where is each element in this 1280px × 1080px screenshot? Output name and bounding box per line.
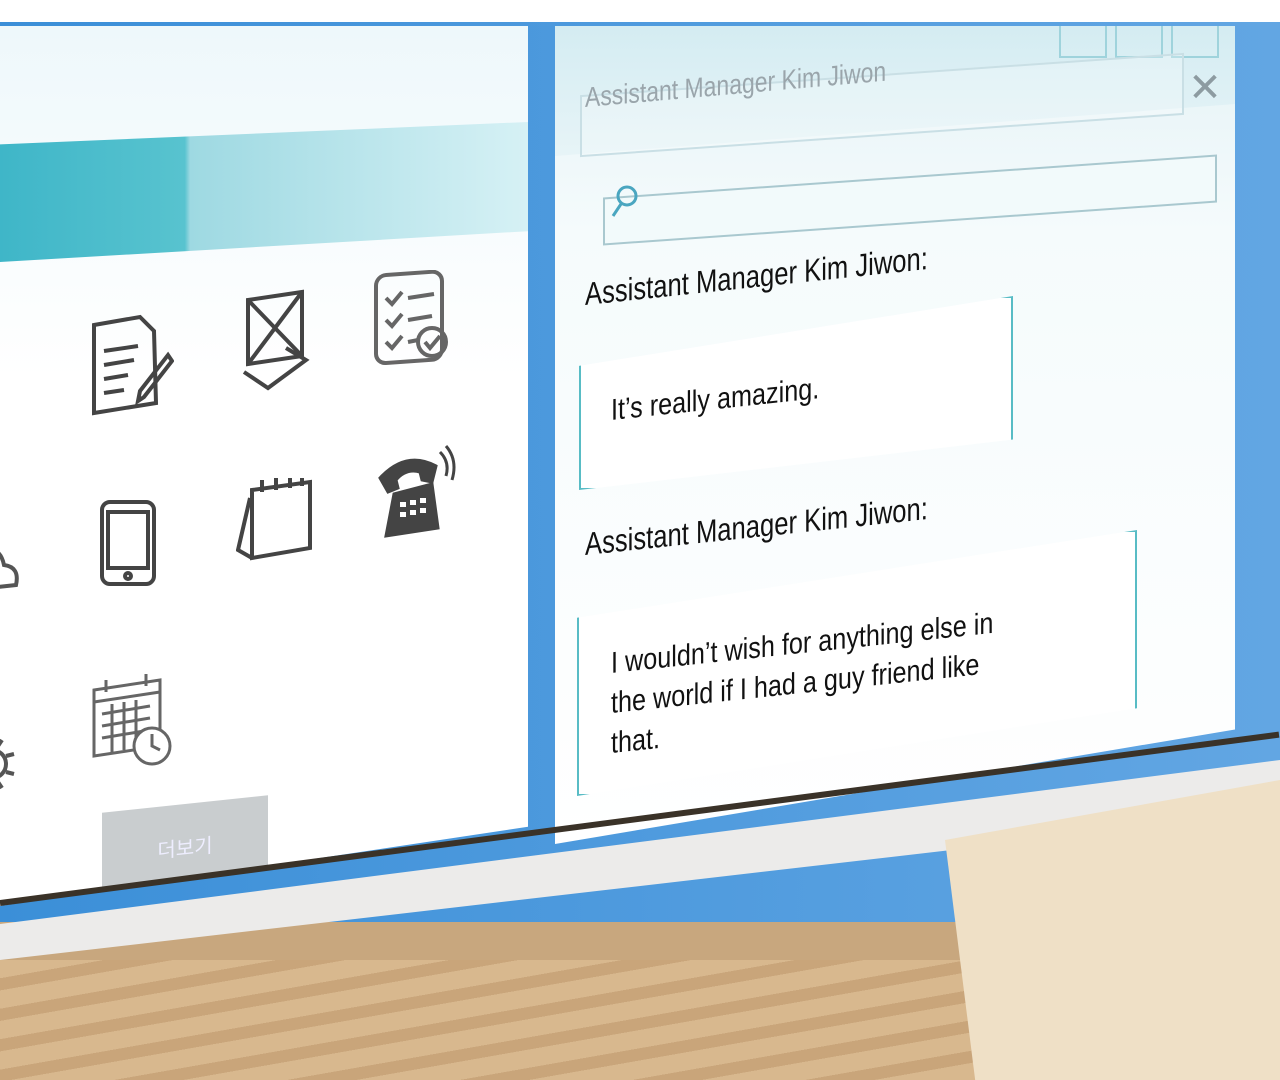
close-icon[interactable]: ✕ xyxy=(1187,68,1223,108)
chat-window: Assistant Manager Kim Jiwon ✕ Assistant … xyxy=(555,26,1235,844)
settings-icon[interactable] xyxy=(0,734,20,794)
message-sender: Assistant Manager Kim Jiwon: xyxy=(585,489,928,562)
app-launcher-window: 더보기 xyxy=(0,26,528,906)
message-sender: Assistant Manager Kim Jiwon: xyxy=(585,239,928,312)
window-control-box-1[interactable] xyxy=(1059,26,1107,58)
app-launcher-header xyxy=(0,122,528,262)
document-edit-icon[interactable] xyxy=(88,311,174,417)
tablet-icon[interactable] xyxy=(98,496,158,588)
telephone-icon[interactable] xyxy=(376,444,456,538)
calendar-clock-icon[interactable] xyxy=(90,674,176,770)
checklist-icon[interactable] xyxy=(372,270,452,370)
search-input[interactable] xyxy=(603,154,1217,246)
window-control-box-2[interactable] xyxy=(1115,26,1163,58)
notepad-icon[interactable] xyxy=(236,478,314,564)
envelope-open-icon[interactable] xyxy=(240,288,310,392)
search-icon xyxy=(609,184,639,220)
cloud-icon[interactable] xyxy=(0,541,22,593)
mail-icon[interactable] xyxy=(0,344,20,434)
